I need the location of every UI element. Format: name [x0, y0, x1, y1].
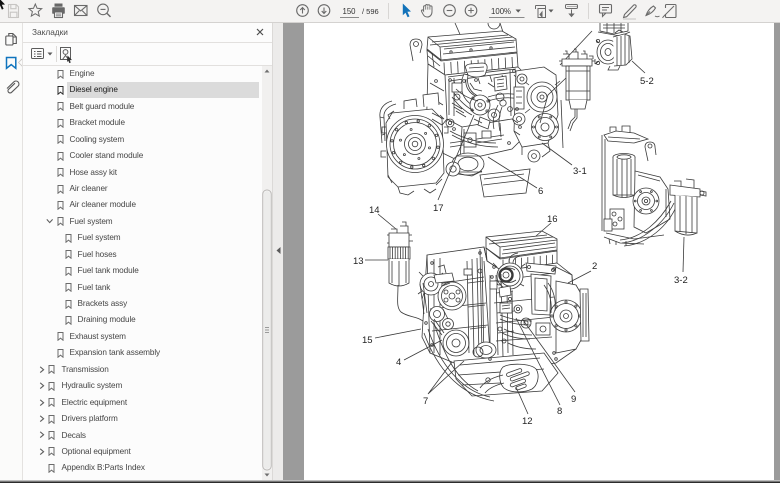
svg-text:2: 2 — [592, 261, 597, 272]
svg-text:/ 596: / 596 — [362, 7, 379, 16]
svg-text:9: 9 — [571, 394, 576, 405]
svg-text:4: 4 — [396, 357, 401, 368]
svg-text:6: 6 — [538, 186, 543, 197]
svg-text:15: 15 — [362, 335, 373, 346]
svg-text:3-2: 3-2 — [674, 275, 688, 286]
svg-text:13: 13 — [353, 256, 364, 267]
svg-text:150: 150 — [342, 7, 356, 16]
svg-text:7: 7 — [423, 396, 428, 407]
svg-text:17: 17 — [433, 203, 444, 214]
svg-text:8: 8 — [557, 406, 562, 417]
svg-text:16: 16 — [547, 214, 558, 225]
svg-text:3-1: 3-1 — [573, 166, 587, 177]
svg-text:12: 12 — [522, 416, 533, 427]
svg-text:5-2: 5-2 — [640, 76, 654, 87]
svg-text:14: 14 — [369, 205, 380, 216]
svg-text:100%: 100% — [491, 7, 511, 16]
